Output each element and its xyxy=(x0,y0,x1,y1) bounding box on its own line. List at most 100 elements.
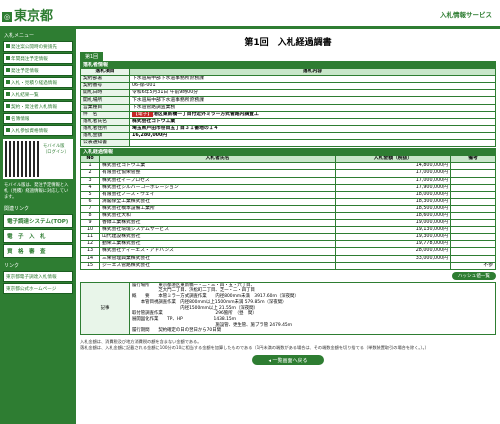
row-label: 開札日時 xyxy=(80,89,130,98)
bullet-icon xyxy=(6,127,10,132)
cell-amount xyxy=(335,261,451,270)
cell-name: 株式会社環境システムサービス xyxy=(99,226,336,235)
footnote: 入札金額は、消費税及び地方消費税の額を含まない金額である。 落札金額は、入札金額… xyxy=(80,339,429,351)
cell-no: 12 xyxy=(80,240,100,249)
sidebar-item-annual[interactable]: 年間発注予定情報 xyxy=(3,53,73,64)
cell-no: 7 xyxy=(80,204,100,213)
cell-amount: 18,600,000円 xyxy=(335,211,451,221)
sidebar-ep-top[interactable]: 電子調達システム(TOP) xyxy=(3,214,73,228)
qr-caption: モバイル版（ログイン） xyxy=(43,144,69,155)
link-tokyo-home[interactable]: 東京都公式ホームページ xyxy=(3,283,73,294)
cell-no: 2 xyxy=(80,169,100,178)
sidebar-item-progress[interactable]: 入札・見積り経過情報 xyxy=(3,77,73,88)
table-row: 13 株式会社ティーエス・アドバンス 28,000,000円 xyxy=(80,247,496,256)
page-title: 第1回 入札経過調書 xyxy=(244,38,332,48)
cell-name: 三栄管理興業株式会社 xyxy=(99,254,336,263)
cell-name: 山代建設株式会社 xyxy=(99,233,336,242)
cell-amount: 19,130,000円 xyxy=(335,226,451,235)
sidebar-item-contract[interactable]: 契約・発注者入札情報 xyxy=(3,101,73,112)
row-label: 契約部署 xyxy=(80,75,130,84)
cell-remark xyxy=(450,169,496,178)
cell-amount: 17,000,000円 xyxy=(335,169,451,178)
cell-no: 14 xyxy=(80,254,100,263)
cell-amount: 14,800,000円 xyxy=(335,162,451,171)
cell-remark xyxy=(450,247,496,256)
table-row: 10 株式会社環境システムサービス 19,130,000円 xyxy=(80,226,496,235)
bullet-icon xyxy=(6,115,10,120)
cell-remark xyxy=(450,240,496,249)
cell-name: 有限会社ノース・ウェイ xyxy=(99,190,336,199)
cell-name: 株式会社イープロセス xyxy=(99,176,336,185)
bullet-icon xyxy=(6,43,10,48)
table-row: 4 株式会社シルバーコーポレーション 17,900,000円 xyxy=(80,183,496,192)
sidebar-item-qualification[interactable]: 入札参加資格情報 xyxy=(3,125,73,136)
row-value: 16,280,000円 xyxy=(129,131,496,141)
mobile-qr-card[interactable]: モバイル版（ログイン） xyxy=(3,139,73,179)
cell-amount: 18,500,000円 xyxy=(335,204,451,213)
cell-remark: 不参 xyxy=(450,261,496,270)
sidebar-item-plans[interactable]: 発注予定情報 xyxy=(3,65,73,76)
cell-name: 香緑工業株式会社 xyxy=(99,219,336,228)
cell-name: 株式会社シルバーコーポレーション xyxy=(99,183,336,192)
history-rows: 1 株式会社ゴトウ工業 14,800,000円 2 有限会社協栄管整 17,000,000… xyxy=(80,162,496,270)
cell-amount: 18,300,000円 xyxy=(335,197,451,206)
cell-remark xyxy=(450,254,496,263)
notes-text: 履行場所 東京都港区東新橋一・二・三・四・五・六丁目、 芝大門二丁目、浜松町二丁… xyxy=(129,281,496,336)
cell-name: 清閣保全工業株式会社 xyxy=(99,197,336,206)
cell-no: 15 xyxy=(80,261,100,270)
cell-no: 8 xyxy=(80,211,100,221)
bullet-icon xyxy=(6,55,10,60)
row-value: 06-郁-001 xyxy=(129,82,496,91)
table-row: 6 清閣保全工業株式会社 18,300,000円 xyxy=(80,197,496,206)
cell-remark xyxy=(450,162,496,171)
table-row: 9 香緑工業株式会社 19,000,000円 xyxy=(80,219,496,228)
link-tokyo-bid-info[interactable]: 東京都電子調達入札情報 xyxy=(3,271,73,282)
sidebar-item-roster[interactable]: 名簿情報 xyxy=(3,113,73,124)
table-row: 3 株式会社イープロセス 17,000,000円 xyxy=(80,176,496,185)
round-tab[interactable]: 第1回 xyxy=(80,52,104,61)
sidebar-item-label: 発注案公開時の要請先 xyxy=(11,44,57,50)
column-header: 落札内容 xyxy=(129,68,496,77)
cell-no: 4 xyxy=(80,183,100,192)
cell-remark xyxy=(450,219,496,228)
column-header: 入札金額（税抜） xyxy=(335,155,451,164)
cell-no: 3 xyxy=(80,176,100,185)
notes-label: 記事 xyxy=(80,281,130,336)
cell-remark xyxy=(450,176,496,185)
bullet-icon xyxy=(6,67,10,72)
sidebar-item-label: 発注予定情報 xyxy=(11,68,39,74)
sidebar-qualification[interactable]: 資 格 審 査 xyxy=(3,244,73,258)
logo-text: 東京都 xyxy=(14,9,54,24)
table-row: 11 山代建設株式会社 19,300,000円 xyxy=(80,233,496,242)
project-name: 港区東新橋一丁目付近外ミラー方式管路内調査工 xyxy=(153,111,259,117)
hash-list-button[interactable]: ハッシュ値一覧 xyxy=(451,271,496,280)
sidebar-item-request[interactable]: 発注案公開時の要請先 xyxy=(3,41,73,52)
back-label: 一覧画面へ戻る xyxy=(272,357,308,364)
sidebar-item-results[interactable]: 入札結果一覧 xyxy=(3,89,73,100)
sidebar-e-bid[interactable]: 電 子 入 札 xyxy=(3,229,73,243)
cell-amount: 19,000,000円 xyxy=(335,219,451,228)
cell-amount: 19,778,000円 xyxy=(335,240,451,249)
cell-remark xyxy=(450,190,496,199)
tokyo-logo[interactable]: ◎ 東京都 xyxy=(2,5,53,24)
bullet-icon xyxy=(6,91,10,96)
table-row: 14 三栄管理興業株式会社 33,000,000円 xyxy=(80,254,496,263)
cell-amount: 33,000,000円 xyxy=(335,254,451,263)
bid-history-table: 入札経過情報 No 入札者氏名 入札金額（税抜） 備考 1 株式会社ゴトウ工業 14… xyxy=(80,148,496,270)
cell-amount: 18,000,000円 xyxy=(335,190,451,199)
section-heading: 落札者情報 xyxy=(80,60,496,70)
cell-no: 13 xyxy=(80,247,100,256)
row-value: 株式会社ゴトウ工業 xyxy=(129,117,496,126)
table-row: 7 株式会社橋本設備工業所 18,500,000円 xyxy=(80,204,496,213)
electronic-badge: 【電子】 xyxy=(132,111,154,117)
back-to-list-button[interactable]: ◂ 一覧画面へ戻る xyxy=(252,355,324,366)
table-row: 5 有限会社ノース・ウェイ 18,000,000円 xyxy=(80,190,496,199)
cell-no: 10 xyxy=(80,226,100,235)
row-value: 下水道局中部下水道事務所庶務課 xyxy=(129,96,496,105)
bullet-icon xyxy=(6,103,10,108)
row-value: 埼玉県戸田市笹目五丁目３１番地の１４ xyxy=(129,124,496,133)
row-label: 件 名 xyxy=(80,110,130,119)
cell-no: 5 xyxy=(80,190,100,199)
bullet-icon xyxy=(6,79,10,84)
row-value: 【電子】港区東新橋一丁目付近外ミラー方式管路内調査工 xyxy=(129,110,496,119)
